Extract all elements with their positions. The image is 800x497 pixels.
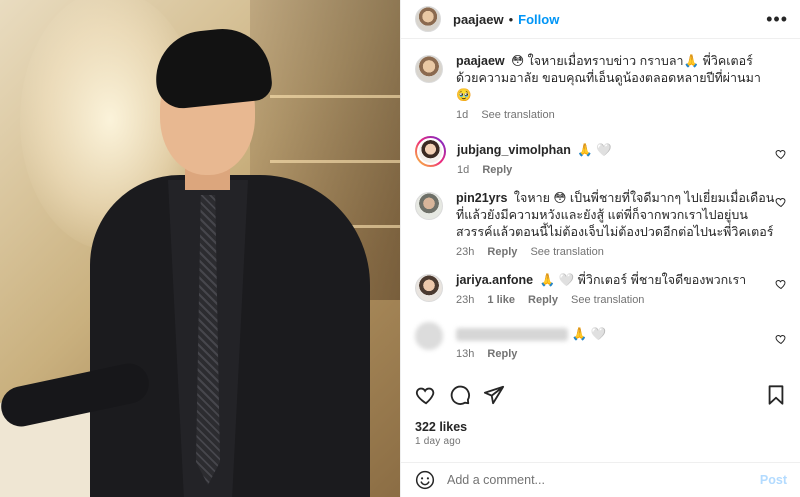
- reply-button[interactable]: Reply: [528, 294, 558, 306]
- heart-icon[interactable]: [415, 384, 437, 406]
- like-comment-icon[interactable]: [775, 148, 787, 160]
- comment-item: jubjang_vimolphan 🙏 🤍 1d Reply: [415, 135, 787, 176]
- commenter-avatar[interactable]: [415, 322, 443, 350]
- blurred-username: [456, 328, 568, 342]
- comment-time[interactable]: 23h: [456, 246, 474, 258]
- reply-button[interactable]: Reply: [487, 246, 517, 258]
- comment-text-block: jariya.anfone 🙏 🤍 พี่วิกเตอร์ พี่ชายใจดี…: [456, 272, 776, 289]
- caption-text-block: paajaew 😳 ใจหายเมื่อทราบข่าว กราบลา🙏 พี่…: [456, 53, 776, 104]
- comment-text-block: 🙏 🤍: [456, 326, 776, 343]
- caption-time[interactable]: 1d: [456, 109, 468, 121]
- caption-meta: 1d See translation: [456, 109, 776, 121]
- smile-icon[interactable]: [415, 470, 435, 490]
- author-avatar[interactable]: [415, 6, 441, 32]
- comment-text-block: pin21yrs ใจหาย 😳 เป็นพี่ชายที่ใจดีมากๆ ไ…: [456, 190, 776, 241]
- comment-username[interactable]: jubjang_vimolphan: [457, 143, 571, 157]
- likes-count[interactable]: 322 likes: [415, 420, 467, 434]
- comment-item: 🙏 🤍 13h Reply: [415, 320, 787, 360]
- more-options-icon[interactable]: •••: [766, 10, 788, 28]
- comment-meta: 1d Reply: [457, 164, 777, 176]
- comments-list[interactable]: paajaew 😳 ใจหายเมื่อทราบข่าว กราบลา🙏 พี่…: [401, 40, 800, 377]
- commenter-avatar[interactable]: [415, 274, 443, 302]
- post-photo[interactable]: [0, 0, 400, 497]
- comment-text-block: jubjang_vimolphan 🙏 🤍: [457, 142, 777, 159]
- separator-dot: •: [508, 11, 514, 27]
- like-comment-icon[interactable]: [775, 333, 787, 345]
- comment-item: pin21yrs ใจหาย 😳 เป็นพี่ชายที่ใจดีมากๆ ไ…: [415, 190, 787, 258]
- commenter-avatar[interactable]: [415, 192, 443, 220]
- comment-time[interactable]: 1d: [457, 164, 469, 176]
- like-comment-icon[interactable]: [775, 196, 787, 208]
- post-comment-button[interactable]: Post: [760, 473, 787, 487]
- caption-username[interactable]: paajaew: [456, 54, 505, 68]
- comment-text: 🙏 🤍 พี่วิกเตอร์ พี่ชายใจดีของพวกเรา: [539, 273, 747, 287]
- comment-text: 🙏 🤍: [571, 327, 607, 341]
- reply-button[interactable]: Reply: [482, 164, 512, 176]
- caption: paajaew 😳 ใจหายเมื่อทราบข่าว กราบลา🙏 พี่…: [415, 53, 787, 121]
- commenter-avatar: [417, 138, 444, 165]
- comment-icon[interactable]: [449, 384, 471, 406]
- story-ring[interactable]: [415, 136, 446, 167]
- comment-time[interactable]: 23h: [456, 294, 474, 306]
- author-username[interactable]: paajaew: [453, 12, 504, 27]
- comment-item: jariya.anfone 🙏 🤍 พี่วิกเตอร์ พี่ชายใจดี…: [415, 272, 787, 306]
- post-date: 1 day ago: [415, 436, 461, 447]
- comment-time[interactable]: 13h: [456, 348, 474, 360]
- bookmark-icon[interactable]: [765, 384, 787, 406]
- action-bar: [401, 380, 800, 410]
- comment-meta: 23h 1 like Reply See translation: [456, 294, 776, 306]
- follow-button[interactable]: Follow: [518, 12, 559, 27]
- add-comment-bar: Post: [401, 462, 800, 497]
- comment-input[interactable]: [447, 473, 760, 487]
- like-comment-icon[interactable]: [775, 278, 787, 290]
- see-translation-link[interactable]: See translation: [481, 109, 554, 121]
- share-icon[interactable]: [483, 384, 505, 406]
- comment-meta: 13h Reply: [456, 348, 776, 360]
- comment-meta: 23h Reply See translation: [456, 246, 776, 258]
- comment-username[interactable]: pin21yrs: [456, 191, 507, 205]
- caption-avatar[interactable]: [415, 55, 443, 83]
- comment-username[interactable]: jariya.anfone: [456, 273, 533, 287]
- comment-text: 🙏 🤍: [577, 143, 612, 157]
- post-header: paajaew • Follow •••: [401, 0, 800, 39]
- reply-button[interactable]: Reply: [487, 348, 517, 360]
- see-translation-link[interactable]: See translation: [530, 246, 603, 258]
- comment-likes[interactable]: 1 like: [487, 294, 515, 306]
- post-side-panel: paajaew • Follow ••• paajaew 😳 ใจหายเมื่…: [400, 0, 800, 497]
- see-translation-link[interactable]: See translation: [571, 294, 644, 306]
